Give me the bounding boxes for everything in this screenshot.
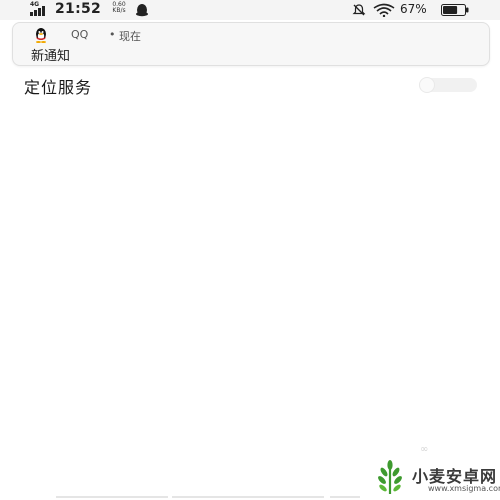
wifi-icon (373, 3, 395, 17)
qq-status-icon (136, 4, 148, 17)
signal-icon (30, 6, 45, 16)
notification-message: 新通知 (31, 49, 71, 64)
qq-notification[interactable]: QQ • 现在 新通知 (12, 22, 490, 66)
notification-app-name: QQ (71, 28, 89, 41)
toggle-knob (419, 77, 435, 93)
location-service-label: 定位服务 (24, 78, 93, 97)
battery-icon (441, 4, 469, 16)
location-service-toggle[interactable] (419, 77, 477, 93)
clock: 21:52 (55, 1, 102, 17)
watermark-site-url: www.xmsigma.com (428, 484, 500, 493)
wheat-logo-icon (378, 460, 402, 494)
nav-divider-right (330, 496, 360, 498)
status-bar: 4G 21:52 0.60 KB/s 67% (0, 0, 500, 20)
network-speed: 0.60 KB/s (107, 2, 131, 14)
nav-divider-center (172, 496, 324, 498)
location-service-row[interactable]: 定位服务 (0, 72, 500, 98)
nav-divider-left (56, 496, 168, 498)
notification-time: 现在 (119, 30, 141, 43)
qq-penguin-icon (36, 28, 46, 43)
network-speed-unit: KB/s (112, 7, 126, 14)
mute-icon (352, 4, 366, 16)
battery-percent: 67% (400, 2, 427, 16)
notification-separator: • (109, 28, 116, 41)
faint-mark: ∞ (420, 444, 429, 455)
